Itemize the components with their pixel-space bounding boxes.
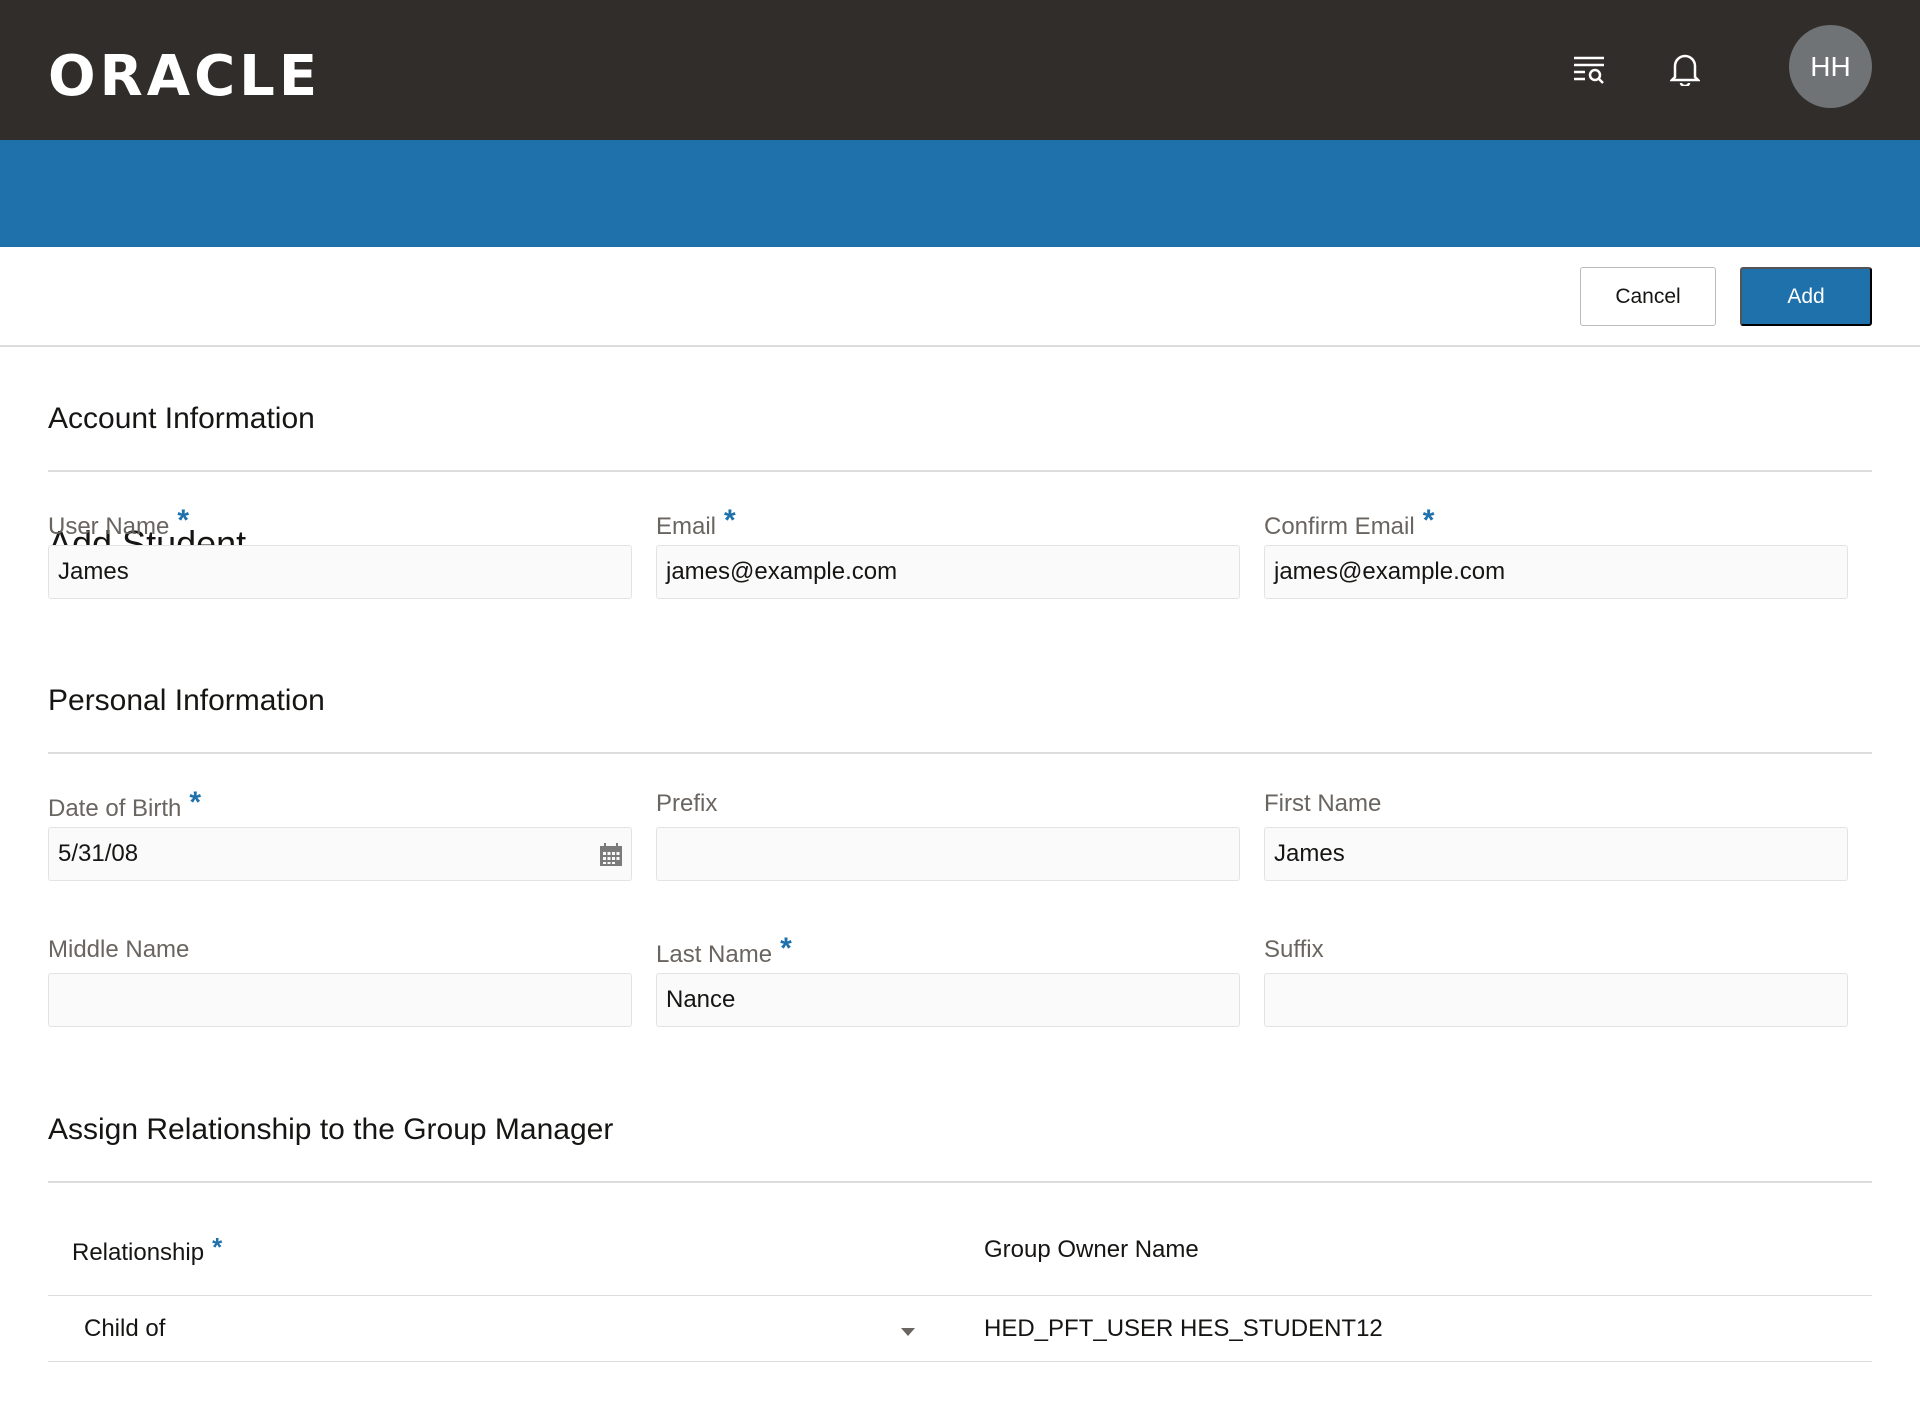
- divider: [48, 1361, 1872, 1362]
- oracle-logo: ORACLE: [48, 44, 322, 109]
- required-marker: *: [212, 1232, 223, 1262]
- required-marker: *: [780, 932, 792, 965]
- add-button[interactable]: Add: [1740, 267, 1872, 326]
- prefix-label: Prefix: [656, 790, 718, 817]
- prefix-input[interactable]: [656, 827, 1240, 881]
- required-marker: *: [1422, 504, 1435, 537]
- group-bar: ‹ HESProxyGroup2: [0, 140, 1920, 352]
- bell-icon[interactable]: [1670, 52, 1700, 86]
- confirm-email-label: Confirm Email *: [1264, 504, 1435, 540]
- dob-value: 5/31/08: [58, 840, 139, 867]
- personal-information-heading: Personal Information: [48, 684, 325, 717]
- last-name-input[interactable]: Nance: [656, 973, 1240, 1027]
- email-label: Email *: [656, 504, 736, 540]
- divider: [48, 470, 1872, 472]
- suffix-label: Suffix: [1264, 936, 1324, 963]
- middle-name-label: Middle Name: [48, 936, 190, 963]
- group-owner-column-header: Group Owner Name: [984, 1236, 1199, 1263]
- group-owner-value: HED_PFT_USER HES_STUDENT12: [984, 1315, 1383, 1342]
- avatar[interactable]: HH: [1789, 25, 1872, 108]
- required-marker: *: [177, 504, 190, 537]
- search-list-icon[interactable]: [1573, 55, 1605, 85]
- last-name-label: Last Name *: [656, 932, 792, 968]
- calendar-icon[interactable]: [599, 843, 623, 867]
- dob-input[interactable]: 5/31/08: [48, 827, 632, 881]
- divider: [48, 1295, 1872, 1296]
- relationship-column-header: Relationship *: [72, 1232, 223, 1266]
- divider: [48, 1181, 1872, 1183]
- top-header: ORACLE HH: [0, 0, 1920, 140]
- first-name-input[interactable]: James: [1264, 827, 1848, 881]
- relationship-value: Child of: [84, 1315, 166, 1342]
- account-information-heading: Account Information: [48, 402, 315, 435]
- relationship-heading: Assign Relationship to the Group Manager: [48, 1113, 614, 1146]
- confirm-email-input[interactable]: james@example.com: [1264, 545, 1848, 599]
- cancel-button[interactable]: Cancel: [1580, 267, 1716, 326]
- user-name-input[interactable]: James: [48, 545, 632, 599]
- user-name-label: User Name *: [48, 504, 190, 540]
- required-marker: *: [724, 504, 736, 537]
- relationship-select[interactable]: Child of: [72, 1315, 922, 1351]
- suffix-input[interactable]: [1264, 973, 1848, 1027]
- first-name-label: First Name: [1264, 790, 1382, 817]
- dob-label: Date of Birth *: [48, 786, 202, 822]
- chevron-down-icon[interactable]: [900, 1327, 916, 1337]
- divider: [48, 752, 1872, 754]
- required-marker: *: [189, 786, 202, 819]
- middle-name-input[interactable]: [48, 973, 632, 1027]
- email-input[interactable]: james@example.com: [656, 545, 1240, 599]
